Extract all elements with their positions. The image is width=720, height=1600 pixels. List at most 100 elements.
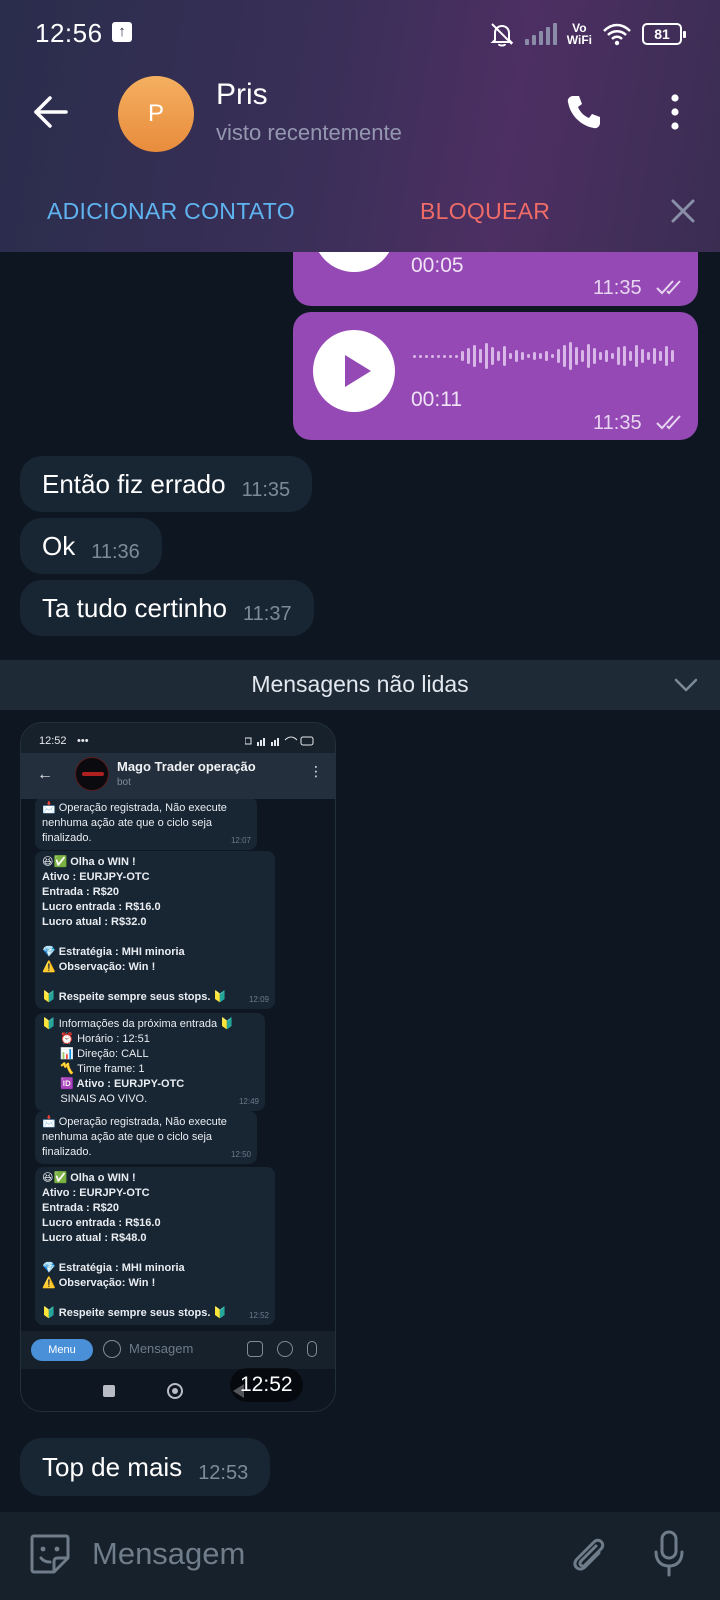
screenshot-message-line: ⚠️ Observação: Win ! <box>42 1277 156 1289</box>
screenshot-message-time: 12:49 <box>238 1097 259 1106</box>
screenshot-message-line: Ativo : EURJPY-OTC <box>42 871 150 883</box>
voice-duration: 00:05 <box>411 254 464 277</box>
screenshot-chat-subtitle: bot <box>117 777 131 788</box>
wifi-icon <box>603 23 631 46</box>
screenshot-message-line: Lucro atual : R$32.0 <box>42 916 147 928</box>
chevron-down-icon[interactable] <box>672 672 700 696</box>
contact-name[interactable]: Pris <box>216 78 268 112</box>
contact-status: visto recentemente <box>216 120 402 145</box>
back-arrow-icon[interactable] <box>28 88 76 136</box>
screenshot-bot-avatar <box>75 757 109 791</box>
screenshot-message-line: Ativo : EURJPY-OTC <box>42 1187 150 1199</box>
chat-header: 12:56 ↑ Vo WiFi 81 P Pris visto recentem… <box>0 0 720 252</box>
screenshot-message-line: Lucro atual : R$48.0 <box>42 1232 147 1244</box>
chat-area[interactable]: 00:05 11:35 00:11 11:35 Então fiz errado… <box>0 252 720 1512</box>
play-icon[interactable] <box>313 330 395 412</box>
muted-bell-icon <box>490 23 514 47</box>
incoming-message[interactable]: Top de mais 12:53 <box>20 1438 271 1496</box>
screenshot-message-line: 💎 Estratégia : MHI minoria <box>42 1262 185 1274</box>
screenshot-message-line: Entrada : R$20 <box>42 886 120 898</box>
screenshot-message-line: ⏰ Horário : 12:51 <box>42 1033 150 1045</box>
message-time: 11:36 <box>91 540 140 563</box>
screenshot-message-line: finalizado. <box>42 1146 92 1158</box>
read-checks-icon <box>656 415 681 430</box>
incoming-message[interactable]: Ta tudo certinho 11:37 <box>20 580 314 636</box>
screenshot-message-line: 📩 Operação registrada, Não execute <box>42 1116 227 1128</box>
sticker-emoji-icon[interactable] <box>28 1532 72 1576</box>
screenshot-message-line <box>42 1246 268 1261</box>
voice-waveform[interactable] <box>413 336 674 376</box>
vowifi-bottom: WiFi <box>566 33 592 47</box>
avatar[interactable]: P <box>118 76 194 152</box>
screenshot-message: 😆✅ Olha o WIN ! Ativo : EURJPY-OTC Entrada… <box>35 1167 275 1325</box>
message-time: 11:35 <box>593 277 642 299</box>
phone-icon[interactable] <box>564 92 604 132</box>
voice-duration: 00:11 <box>411 388 462 411</box>
screenshot-message-line: finalizado. <box>42 832 92 844</box>
screenshot-status-dots: ••• <box>77 735 89 747</box>
screenshot-message-line: 🔰 Respeite sempre seus stops. 🔰 <box>42 991 228 1003</box>
status-time: 12:56 <box>35 18 103 48</box>
screenshot-home-icon <box>167 1383 183 1399</box>
unread-divider: Mensagens não lidas <box>0 660 720 710</box>
message-time: 11:37 <box>243 602 292 625</box>
screenshot-message-line: 😆✅ Olha o WIN ! <box>42 1172 136 1184</box>
message-input[interactable]: Mensagem <box>92 1536 245 1572</box>
block-button[interactable]: BLOQUEAR <box>420 198 550 225</box>
screenshot-message: 🔰 Informações da próxima entrada 🔰 ⏰ Hor… <box>35 1013 265 1111</box>
voice-message[interactable]: 00:05 11:35 <box>293 252 698 306</box>
screenshot-status-time: 12:52 <box>39 735 67 747</box>
screenshot-message: 😆✅ Olha o WIN ! Ativo : EURJPY-OTC Entrada… <box>35 851 275 1009</box>
screenshot-input-bar: Menu Mensagem <box>21 1331 335 1369</box>
screenshot-message-line: 🔰 Informações da próxima entrada 🔰 <box>42 1018 234 1030</box>
screenshot-attach-icon <box>277 1341 293 1357</box>
screenshot-message-time: 12:50 <box>230 1150 251 1159</box>
screenshot-message-line: 🔰 Respeite sempre seus stops. 🔰 <box>42 1307 228 1319</box>
message-text: Então fiz errado <box>42 468 226 499</box>
screenshot-chat-title: Mago Trader operação <box>117 759 256 774</box>
message-input-bar: Mensagem <box>0 1512 720 1600</box>
message-text: Ok <box>42 530 76 561</box>
close-icon[interactable] <box>668 196 698 226</box>
unread-divider-label: Mensagens não lidas <box>251 671 469 697</box>
screenshot-message-line: 〽️ Time frame: 1 <box>42 1063 145 1075</box>
screenshot-input-placeholder: Mensagem <box>129 1341 194 1356</box>
screenshot-message-line: SINAIS AO VIVO. <box>42 1093 148 1105</box>
image-message-time: 12:52 <box>230 1368 303 1402</box>
vowifi-icon: Vo WiFi <box>567 22 592 46</box>
screenshot-status-icons <box>244 735 315 749</box>
screenshot-menu-button: Menu <box>31 1339 93 1361</box>
screenshot-message-line: 📩 Operação registrada, Não execute <box>42 802 227 814</box>
screenshot-message-time: 12:52 <box>248 1311 269 1320</box>
message-time: 12:53 <box>198 1461 249 1484</box>
screenshot-message-line <box>42 1291 268 1306</box>
microphone-icon[interactable] <box>652 1530 686 1578</box>
screenshot-message-line: 🆔 Ativo : EURJPY-OTC <box>42 1078 185 1090</box>
add-contact-button[interactable]: ADICIONAR CONTATO <box>47 198 295 225</box>
screenshot-message: 📩 Operação registrada, Não execute nenhum… <box>35 799 257 850</box>
voice-message[interactable]: 00:11 11:35 <box>293 312 698 440</box>
screenshot-message-line: Lucro entrada : R$16.0 <box>42 1217 161 1229</box>
message-time: 11:35 <box>593 412 642 434</box>
screenshot-message-line: Entrada : R$20 <box>42 1202 120 1214</box>
screenshot-message-time: 12:09 <box>248 995 269 1004</box>
contact-action-bar: ADICIONAR CONTATO BLOQUEAR <box>0 178 720 250</box>
battery-icon: 81 <box>642 23 686 45</box>
upload-icon: ↑ <box>112 22 132 42</box>
message-text: Ta tudo certinho <box>42 592 228 623</box>
more-options-icon[interactable] <box>660 92 690 132</box>
screenshot-chat-area: 📩 Operação registrada, Não execute nenhum… <box>21 799 335 1331</box>
attach-icon[interactable] <box>566 1532 610 1576</box>
read-checks-icon <box>656 280 681 295</box>
screenshot-chat-header: ← Mago Trader operação bot ⋮ <box>21 753 335 799</box>
screenshot-message-line <box>42 930 268 945</box>
play-icon[interactable] <box>313 252 395 272</box>
screenshot-message-line: 😆✅ Olha o WIN ! <box>42 856 136 868</box>
incoming-message[interactable]: Ok 11:36 <box>20 518 162 574</box>
screenshot-more-icon: ⋮ <box>309 763 323 779</box>
screenshot-back-arrow-icon: ← <box>37 766 53 783</box>
incoming-message[interactable]: Então fiz errado 11:35 <box>20 456 313 512</box>
image-message[interactable]: 12:52 ••• ← Mago Trader operação bot ⋮ 📩… <box>20 722 336 1412</box>
screenshot-message-line: 💎 Estratégia : MHI minoria <box>42 946 185 958</box>
screenshot-message-time: 12:07 <box>230 836 251 845</box>
